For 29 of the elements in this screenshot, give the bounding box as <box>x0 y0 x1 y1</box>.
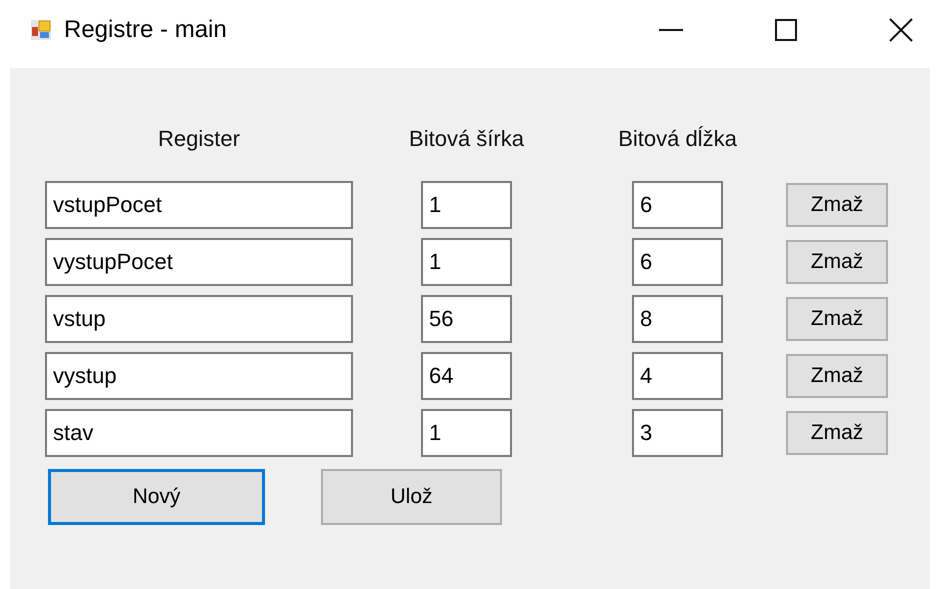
bit-length-field[interactable]: 3 <box>632 409 723 457</box>
register-field[interactable]: vystup <box>45 352 353 400</box>
delete-button[interactable]: Zmaž <box>786 240 888 284</box>
delete-button[interactable]: Zmaž <box>786 183 888 227</box>
bit-length-field[interactable]: 6 <box>632 238 723 286</box>
close-icon[interactable] <box>889 18 913 42</box>
bit-width-field[interactable]: 56 <box>421 295 512 343</box>
bit-width-field[interactable]: 64 <box>421 352 512 400</box>
column-header: Bitová šírka <box>409 126 524 152</box>
register-field[interactable]: stav <box>45 409 353 457</box>
action-button[interactable]: Nový <box>48 469 265 525</box>
delete-button[interactable]: Zmaž <box>786 411 888 455</box>
action-button[interactable]: Ulož <box>321 469 502 525</box>
delete-button[interactable]: Zmaž <box>786 354 888 398</box>
bit-length-field[interactable]: 6 <box>632 181 723 229</box>
window-title: Registre - main <box>64 16 227 44</box>
column-header: Register <box>158 126 240 152</box>
delete-button[interactable]: Zmaž <box>786 297 888 341</box>
column-header: Bitová dĺžka <box>618 126 737 152</box>
bit-width-field[interactable]: 1 <box>421 409 512 457</box>
app-icon <box>30 19 52 41</box>
register-field[interactable]: vystupPocet <box>45 238 353 286</box>
bit-length-field[interactable]: 4 <box>632 352 723 400</box>
bit-length-field[interactable]: 8 <box>632 295 723 343</box>
bit-width-field[interactable]: 1 <box>421 238 512 286</box>
register-field[interactable]: vstup <box>45 295 353 343</box>
maximize-icon[interactable] <box>775 19 797 41</box>
register-field[interactable]: vstupPocet <box>45 181 353 229</box>
bit-width-field[interactable]: 1 <box>421 181 512 229</box>
